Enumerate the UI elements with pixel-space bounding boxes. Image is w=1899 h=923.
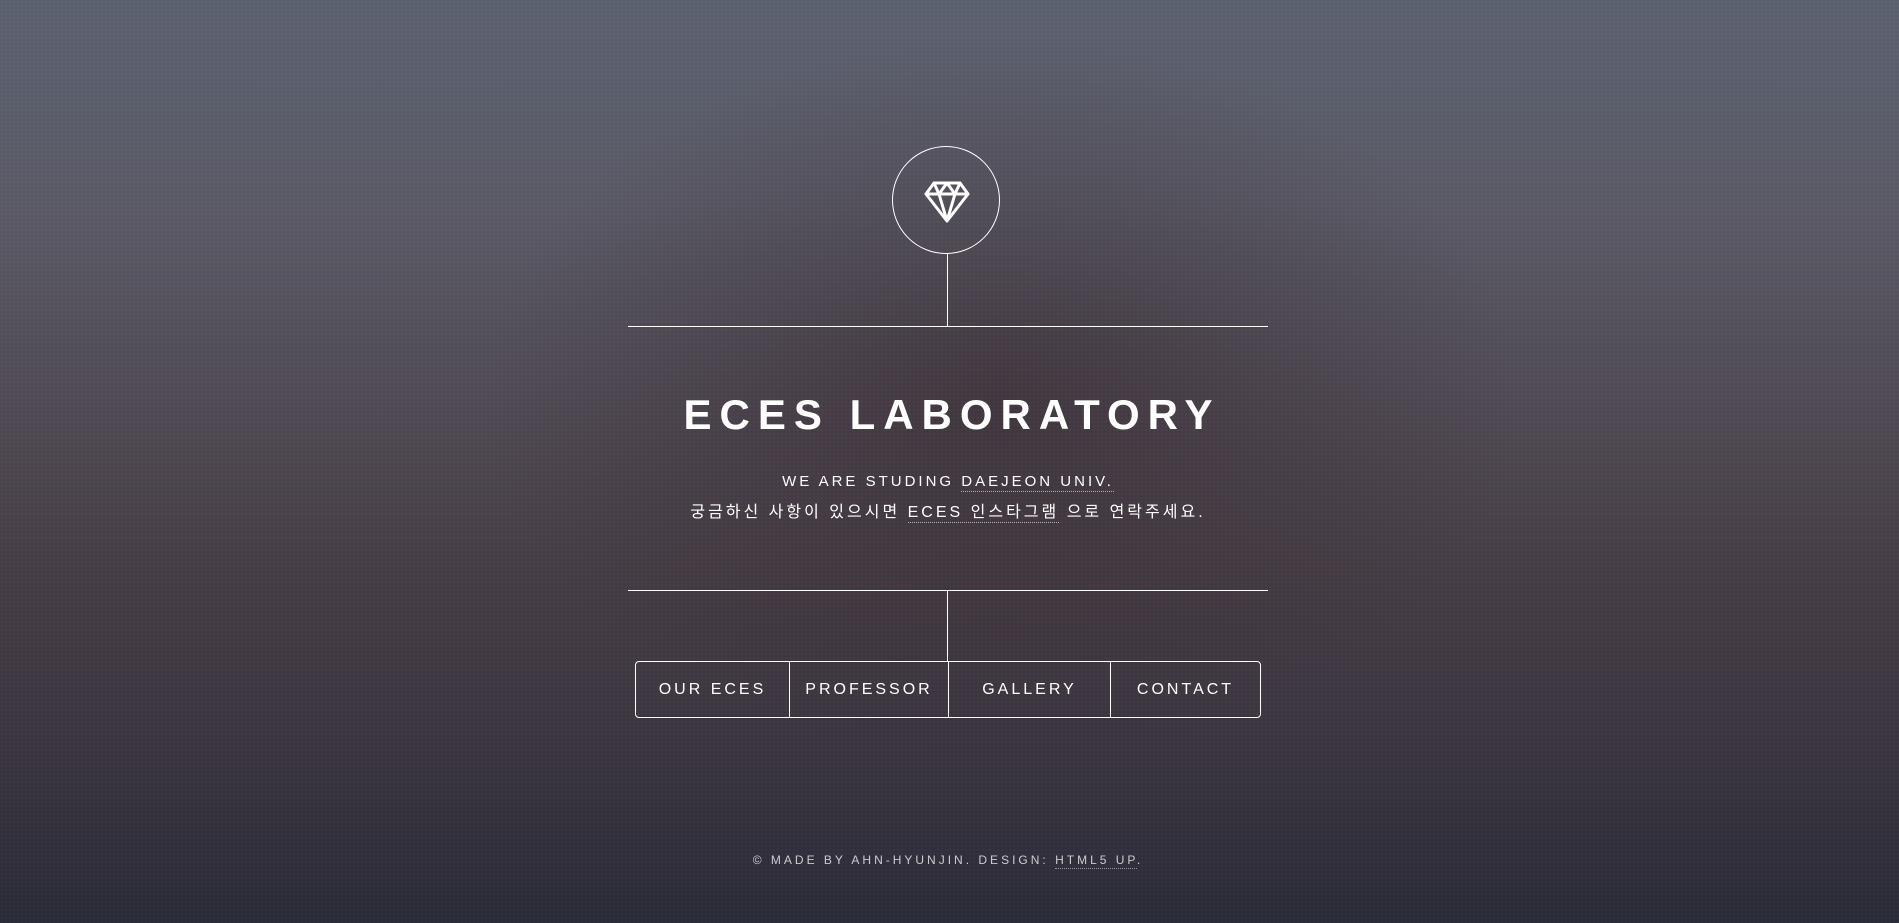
intro-line-2-suffix: 으로 연락주세요. xyxy=(1066,504,1206,521)
nav-gallery[interactable]: GALLERY xyxy=(948,662,1110,717)
daejeon-univ-link[interactable]: DAEJEON UNIV. xyxy=(961,473,1114,492)
footer: © MADE BY AHN-HYUNJIN. DESIGN: HTML5 UP. xyxy=(580,851,1316,869)
background-texture xyxy=(0,0,1899,923)
connector-line-top xyxy=(947,254,948,326)
main-nav: OUR ECES PROFESSOR GALLERY CONTACT xyxy=(635,661,1261,718)
intro-line-1-text: WE ARE STUDING xyxy=(782,473,955,490)
page-title: ECES LABORATORY xyxy=(683,391,1221,438)
intro-line-2: 궁금하신 사항이 있으시면 ECES 인스타그램 으로 연락주세요. xyxy=(580,502,1316,524)
eces-instagram-link[interactable]: ECES 인스타그램 xyxy=(907,504,1060,523)
diamond-icon xyxy=(924,181,970,223)
footer-credit: © MADE BY AHN-HYUNJIN. DESIGN: xyxy=(752,853,1049,867)
divider-top xyxy=(628,326,1268,327)
intro-line-1: WE ARE STUDING DAEJEON UNIV. xyxy=(580,471,1316,493)
html5-up-link[interactable]: HTML5 UP xyxy=(1055,853,1137,869)
nav-professor[interactable]: PROFESSOR xyxy=(789,662,948,717)
footer-end-punct: . xyxy=(1136,853,1144,867)
intro-line-2-text: 궁금하신 사항이 있으시면 xyxy=(690,504,901,521)
divider-bottom xyxy=(628,590,1268,591)
connector-line-bottom xyxy=(947,590,948,661)
nav-contact[interactable]: CONTACT xyxy=(1110,662,1260,717)
logo xyxy=(892,146,1000,254)
nav-our-eces[interactable]: OUR ECES xyxy=(636,662,789,717)
